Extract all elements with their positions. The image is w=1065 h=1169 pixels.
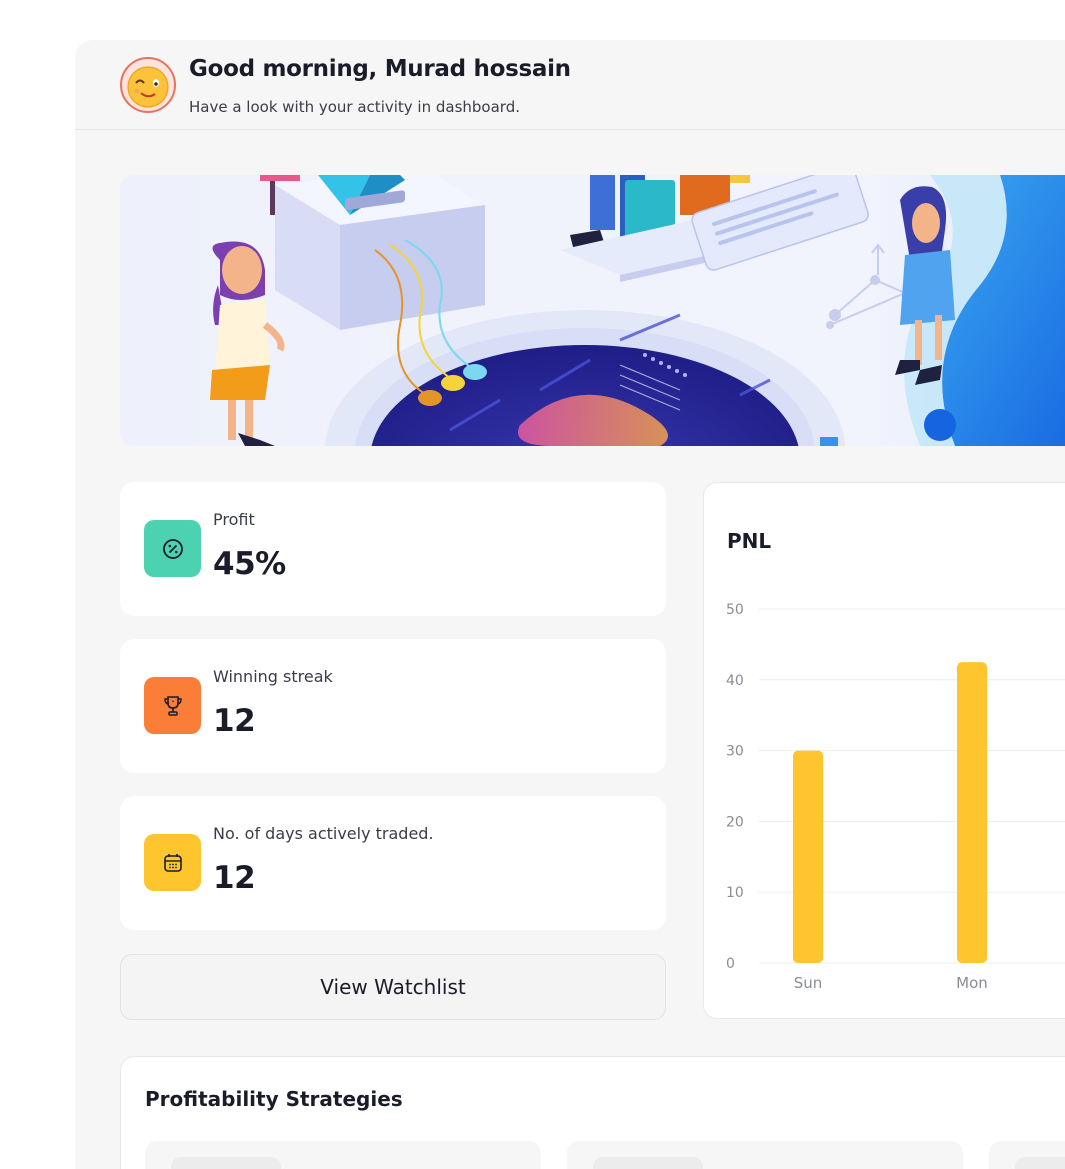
- profitability-strategies-section: Profitability Strategies: [120, 1056, 1065, 1169]
- stat-value: 12: [213, 703, 256, 739]
- y-tick-label: 20: [726, 814, 744, 830]
- x-tick-label: Sun: [794, 974, 823, 992]
- y-tick-label: 0: [726, 956, 735, 972]
- strategy-tag: [1015, 1157, 1065, 1169]
- calendar-icon: [144, 834, 201, 891]
- y-tick-label: 40: [726, 673, 744, 689]
- greeting-subtitle: Have a look with your activity in dashbo…: [189, 98, 520, 116]
- bar-mon[interactable]: [957, 662, 987, 963]
- stat-card-profit: Profit 45%: [120, 482, 666, 616]
- strategy-tag: [171, 1157, 281, 1169]
- view-watchlist-button[interactable]: View Watchlist: [120, 954, 666, 1020]
- y-tick-label: 50: [726, 602, 744, 618]
- y-tick-label: 30: [726, 744, 744, 760]
- strategy-tag: [593, 1157, 703, 1169]
- winking-emoji-icon: [127, 66, 169, 108]
- greeting-title: Good morning, Murad hossain: [189, 56, 571, 82]
- pnl-chart-card: PNL 0 10 20 30 40 50 Sun Mon: [703, 482, 1065, 1019]
- pnl-bar-chart: 0 10 20 30 40 50 Sun Mon: [726, 602, 1065, 992]
- strategy-card[interactable]: [145, 1141, 541, 1169]
- trophy-icon: [144, 677, 201, 734]
- stat-card-days-traded: No. of days actively traded. 12: [120, 796, 666, 930]
- hero-banner: [120, 175, 1065, 446]
- stat-value: 12: [213, 860, 256, 896]
- trading-illustration: [120, 175, 1065, 446]
- bar-sun[interactable]: [793, 750, 823, 963]
- x-tick-label: Mon: [956, 974, 988, 992]
- avatar[interactable]: [120, 57, 176, 113]
- stat-label: Winning streak: [213, 667, 333, 686]
- stat-label: Profit: [213, 510, 255, 529]
- stat-value: 45%: [213, 546, 286, 582]
- stat-label: No. of days actively traded.: [213, 824, 434, 843]
- section-title: Profitability Strategies: [145, 1087, 403, 1111]
- percent-badge-icon: [144, 520, 201, 577]
- header: Good morning, Murad hossain Have a look …: [75, 40, 1065, 130]
- strategy-card[interactable]: [989, 1141, 1065, 1169]
- y-tick-label: 10: [726, 885, 744, 901]
- strategy-card[interactable]: [567, 1141, 963, 1169]
- stat-card-winning-streak: Winning streak 12: [120, 639, 666, 773]
- dashboard-frame: Good morning, Murad hossain Have a look …: [75, 40, 1065, 1169]
